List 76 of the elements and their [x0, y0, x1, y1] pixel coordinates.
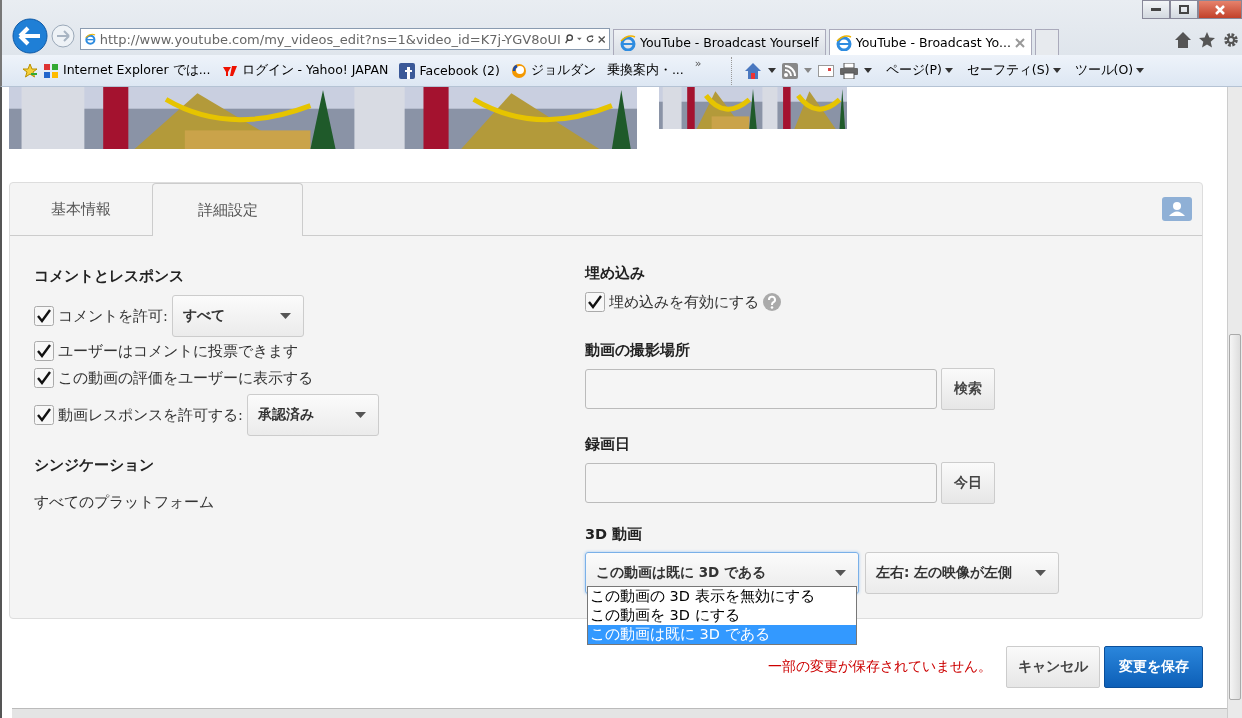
dropdown[interactable]: 左右: 左の映像が左側 — [865, 552, 1059, 594]
maximize-icon — [1179, 5, 1189, 14]
checkbox[interactable] — [34, 306, 54, 326]
browser-tab[interactable]: YouTube - Broadcast Yo... — [828, 29, 1032, 55]
command-menu[interactable]: ツール(O) — [1074, 62, 1145, 79]
home-icon[interactable] — [1174, 31, 1192, 49]
favorites-link[interactable]: Internet Explorer では... — [43, 62, 211, 79]
favorites-link[interactable]: Facebook (2) — [399, 62, 500, 79]
caret-icon — [944, 68, 953, 73]
browser-tab[interactable]: YouTube - Broadcast Yourself — [613, 29, 826, 55]
address-text: http://www.youtube.com/my_videos_edit?ns=1&video_id=K7j-YGV8oUI — [99, 31, 561, 47]
star-icon[interactable] — [22, 62, 38, 79]
command-menu[interactable]: セーフティ(S) — [966, 62, 1061, 79]
settings-icon[interactable] — [1222, 31, 1240, 49]
today-button[interactable]: 今日 — [941, 462, 995, 504]
section-heading: 録画日 — [585, 435, 631, 454]
tab[interactable]: 詳細設定 — [152, 183, 303, 236]
printer-icon[interactable] — [839, 62, 858, 79]
caret-icon[interactable] — [576, 37, 582, 41]
home-icon[interactable] — [743, 61, 762, 80]
overflow-chevron[interactable]: » — [694, 57, 702, 70]
caret-icon — [1052, 68, 1061, 73]
search-button[interactable]: 検索 — [941, 368, 995, 410]
section-heading: 埋め込み — [585, 264, 646, 283]
cancel-button[interactable]: キャンセル — [1006, 646, 1100, 688]
dropdown[interactable]: すべて — [171, 295, 304, 337]
section-heading: コメントとレスポンス — [34, 267, 185, 286]
favorites-link[interactable]: ログイン - Yahoo! JAPAN — [221, 62, 389, 79]
favorites-link[interactable]: ジョルダン — [510, 62, 596, 79]
caret-icon — [279, 313, 291, 319]
search-icon[interactable] — [564, 32, 573, 46]
favicon-icon — [43, 62, 59, 79]
mail-icon[interactable] — [817, 64, 834, 77]
scrollbar[interactable] — [12, 708, 1227, 718]
minimize-icon — [1151, 8, 1161, 11]
minimize-button[interactable] — [1142, 0, 1170, 19]
input-field[interactable] — [585, 463, 937, 503]
input-field[interactable] — [585, 369, 937, 409]
caret-icon[interactable] — [863, 68, 872, 73]
command-menu[interactable]: ページ(P) — [885, 62, 953, 79]
caret-icon — [835, 570, 846, 576]
checkbox-label: この動画の評価をユーザーに表示する — [58, 368, 313, 388]
section-heading: 動画の撮影場所 — [585, 341, 691, 360]
section-heading: 3D 動画 — [585, 525, 644, 544]
maximize-button[interactable] — [1170, 0, 1198, 19]
save-button[interactable]: 変更を保存 — [1104, 646, 1203, 688]
checkbox-label: ユーザーはコメントに投票できます — [58, 341, 298, 361]
scrollbar[interactable] — [1227, 87, 1242, 718]
caret-icon — [354, 412, 366, 418]
checkbox-label: コメントを許可: — [58, 306, 168, 326]
section-heading: シンジケーション — [34, 456, 155, 475]
favorites-link[interactable]: 乗換案内・... — [606, 62, 684, 79]
checkbox-label: 動画レスポンスを許可する: — [58, 405, 243, 425]
checkbox[interactable] — [585, 292, 605, 312]
tab[interactable]: 基本情報 — [10, 183, 152, 235]
setting-value: すべてのプラットフォーム — [34, 493, 215, 512]
close-icon — [1215, 4, 1225, 15]
dropdown-option[interactable]: この動画を 3D にする — [588, 606, 856, 625]
close-button[interactable] — [1198, 0, 1242, 19]
favicon-icon — [399, 62, 416, 79]
close-icon[interactable] — [597, 33, 605, 45]
refresh-icon[interactable] — [585, 33, 594, 45]
checkbox[interactable] — [34, 341, 54, 361]
caret-icon[interactable] — [767, 68, 776, 73]
address-bar[interactable]: http://www.youtube.com/my_videos_edit?ns=1&video_id=K7j-YGV8oUI — [80, 28, 610, 50]
back-button[interactable] — [10, 18, 50, 54]
caret-icon — [1136, 68, 1145, 73]
dropdown[interactable]: 承認済み — [246, 394, 379, 436]
caret-icon — [1035, 570, 1046, 576]
unsaved-message: 一部の変更が保存されていません。 — [768, 658, 992, 676]
checkbox[interactable] — [34, 405, 54, 425]
feed-icon[interactable] — [781, 62, 798, 79]
checkbox[interactable] — [34, 368, 54, 388]
checkbox-label: 埋め込みを有効にする — [609, 292, 759, 312]
favicon-icon — [510, 62, 527, 79]
star-icon[interactable] — [1198, 31, 1216, 49]
